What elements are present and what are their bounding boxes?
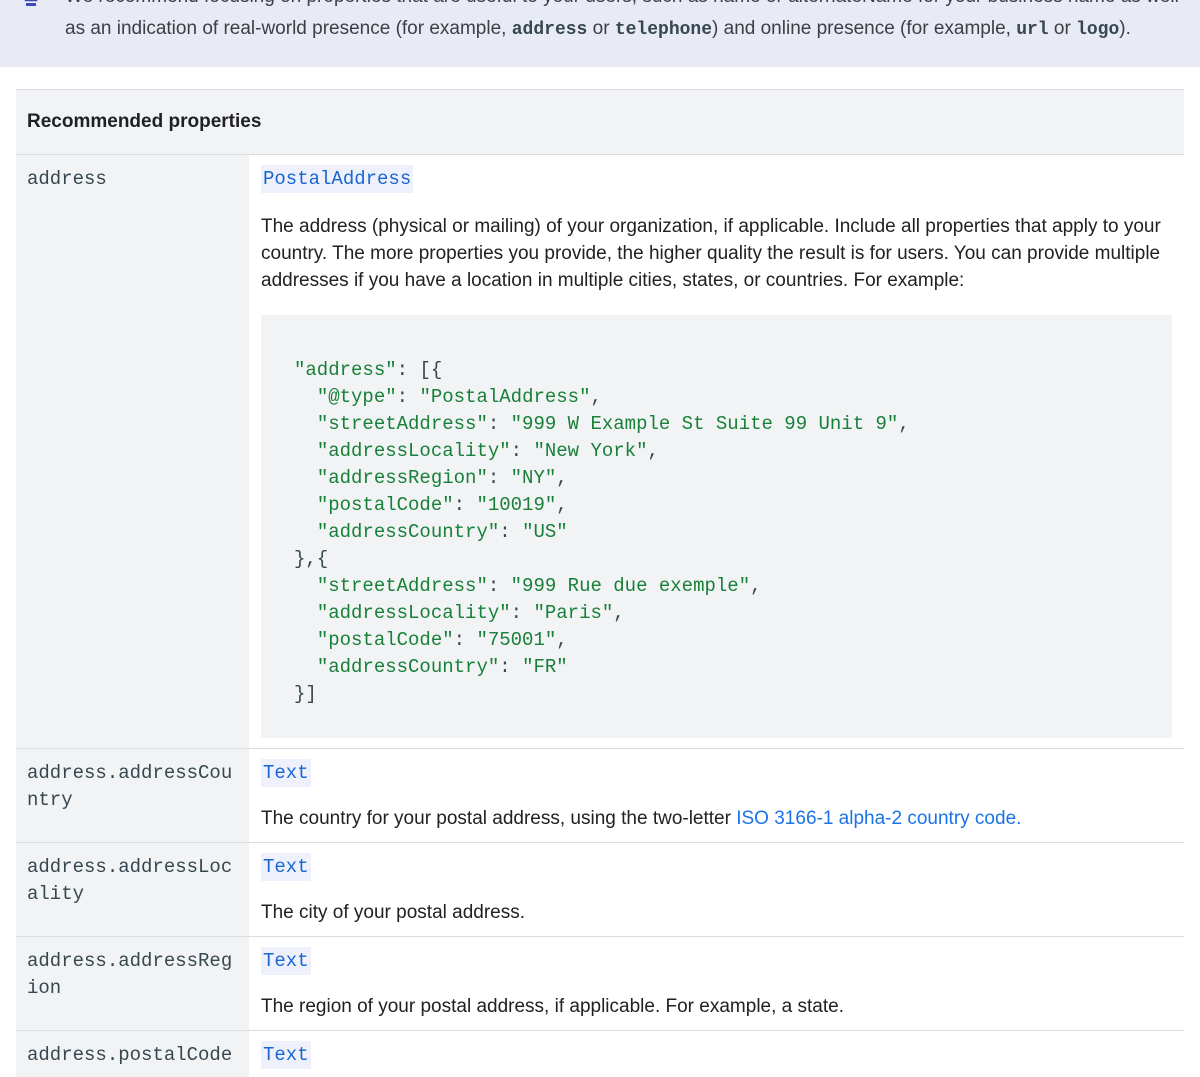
code-line: },{ bbox=[294, 548, 329, 570]
property-name: address.addressRegion bbox=[16, 937, 249, 1030]
description-text: The country for your postal address, usi… bbox=[261, 808, 737, 829]
table-row-address-country: address.addressCountry Text The country … bbox=[16, 749, 1184, 843]
property-type-link[interactable]: Text bbox=[261, 853, 311, 881]
recommended-properties-table: Recommended properties address PostalAdd… bbox=[16, 89, 1184, 1077]
code-line: "addressRegion": "NY", bbox=[316, 467, 568, 489]
code-line: "postalCode": "75001", bbox=[316, 629, 568, 651]
inline-code: telephone bbox=[614, 20, 713, 40]
code-line: "addressLocality": "Paris", bbox=[316, 602, 625, 624]
code-line: "addressCountry": "FR" bbox=[316, 656, 568, 678]
property-type-link[interactable]: Text bbox=[261, 1041, 311, 1069]
property-details: Text The city of your postal address. bbox=[249, 843, 1184, 936]
note-text: ). bbox=[1119, 18, 1131, 39]
property-description: The country for your postal address, usi… bbox=[261, 805, 1172, 832]
property-description: The city of your postal address. bbox=[261, 902, 526, 923]
inline-code: logo bbox=[1076, 20, 1120, 40]
table-header: Recommended properties bbox=[16, 90, 1184, 155]
note-text: or bbox=[1048, 18, 1077, 39]
code-line: "postalCode": "10019", bbox=[316, 494, 568, 516]
note-text: ) and online presence (for example, bbox=[712, 18, 1017, 39]
property-description: The address (physical or mailing) of you… bbox=[261, 216, 1161, 291]
note-text: or bbox=[587, 18, 615, 39]
property-type-link[interactable]: Text bbox=[261, 759, 311, 787]
note-line-1: We recommend focusing on properties that… bbox=[65, 0, 1179, 8]
lightbulb-icon bbox=[24, 0, 38, 6]
inline-code: address bbox=[511, 20, 588, 40]
table-row-address-region: address.addressRegion Text The region of… bbox=[16, 937, 1184, 1031]
property-details: Text bbox=[249, 1031, 1184, 1077]
code-line: "@type": "PostalAddress", bbox=[316, 386, 602, 408]
property-type-link[interactable]: Text bbox=[261, 947, 311, 975]
property-type-link[interactable]: PostalAddress bbox=[261, 165, 414, 193]
code-line: "addressCountry": "US" bbox=[316, 521, 568, 543]
table-row-address: address PostalAddress The address (physi… bbox=[16, 155, 1184, 749]
property-details: Text The region of your postal address, … bbox=[249, 937, 1184, 1030]
code-line: "address": [{ bbox=[294, 359, 443, 381]
recommendation-note: We recommend focusing on properties that… bbox=[0, 0, 1200, 67]
inline-code: url bbox=[1016, 20, 1049, 40]
code-line: "streetAddress": "999 W Example St Suite… bbox=[316, 413, 910, 435]
note-line-2: as an indication of real-world presence … bbox=[65, 18, 1131, 40]
iso-country-code-link[interactable]: ISO 3166-1 alpha-2 country code. bbox=[736, 808, 1021, 829]
property-name: address.addressLocality bbox=[16, 843, 249, 936]
note-text: as an indication of real-world presence … bbox=[65, 18, 512, 39]
code-sample: "address": [{ "@type": "PostalAddress", … bbox=[261, 315, 1172, 738]
table-row-postal-code: address.postalCode Text bbox=[16, 1031, 1184, 1077]
property-details: PostalAddress The address (physical or m… bbox=[249, 155, 1184, 748]
property-details: Text The country for your postal address… bbox=[249, 749, 1184, 842]
property-description: The region of your postal address, if ap… bbox=[261, 996, 844, 1017]
property-name: address bbox=[16, 155, 249, 748]
code-line: }] bbox=[294, 683, 317, 705]
property-name: address.addressCountry bbox=[16, 749, 249, 842]
code-line: "streetAddress": "999 Rue due exemple", bbox=[316, 575, 762, 597]
code-line: "addressLocality": "New York", bbox=[316, 440, 659, 462]
table-row-address-locality: address.addressLocality Text The city of… bbox=[16, 843, 1184, 937]
property-name: address.postalCode bbox=[16, 1031, 249, 1077]
